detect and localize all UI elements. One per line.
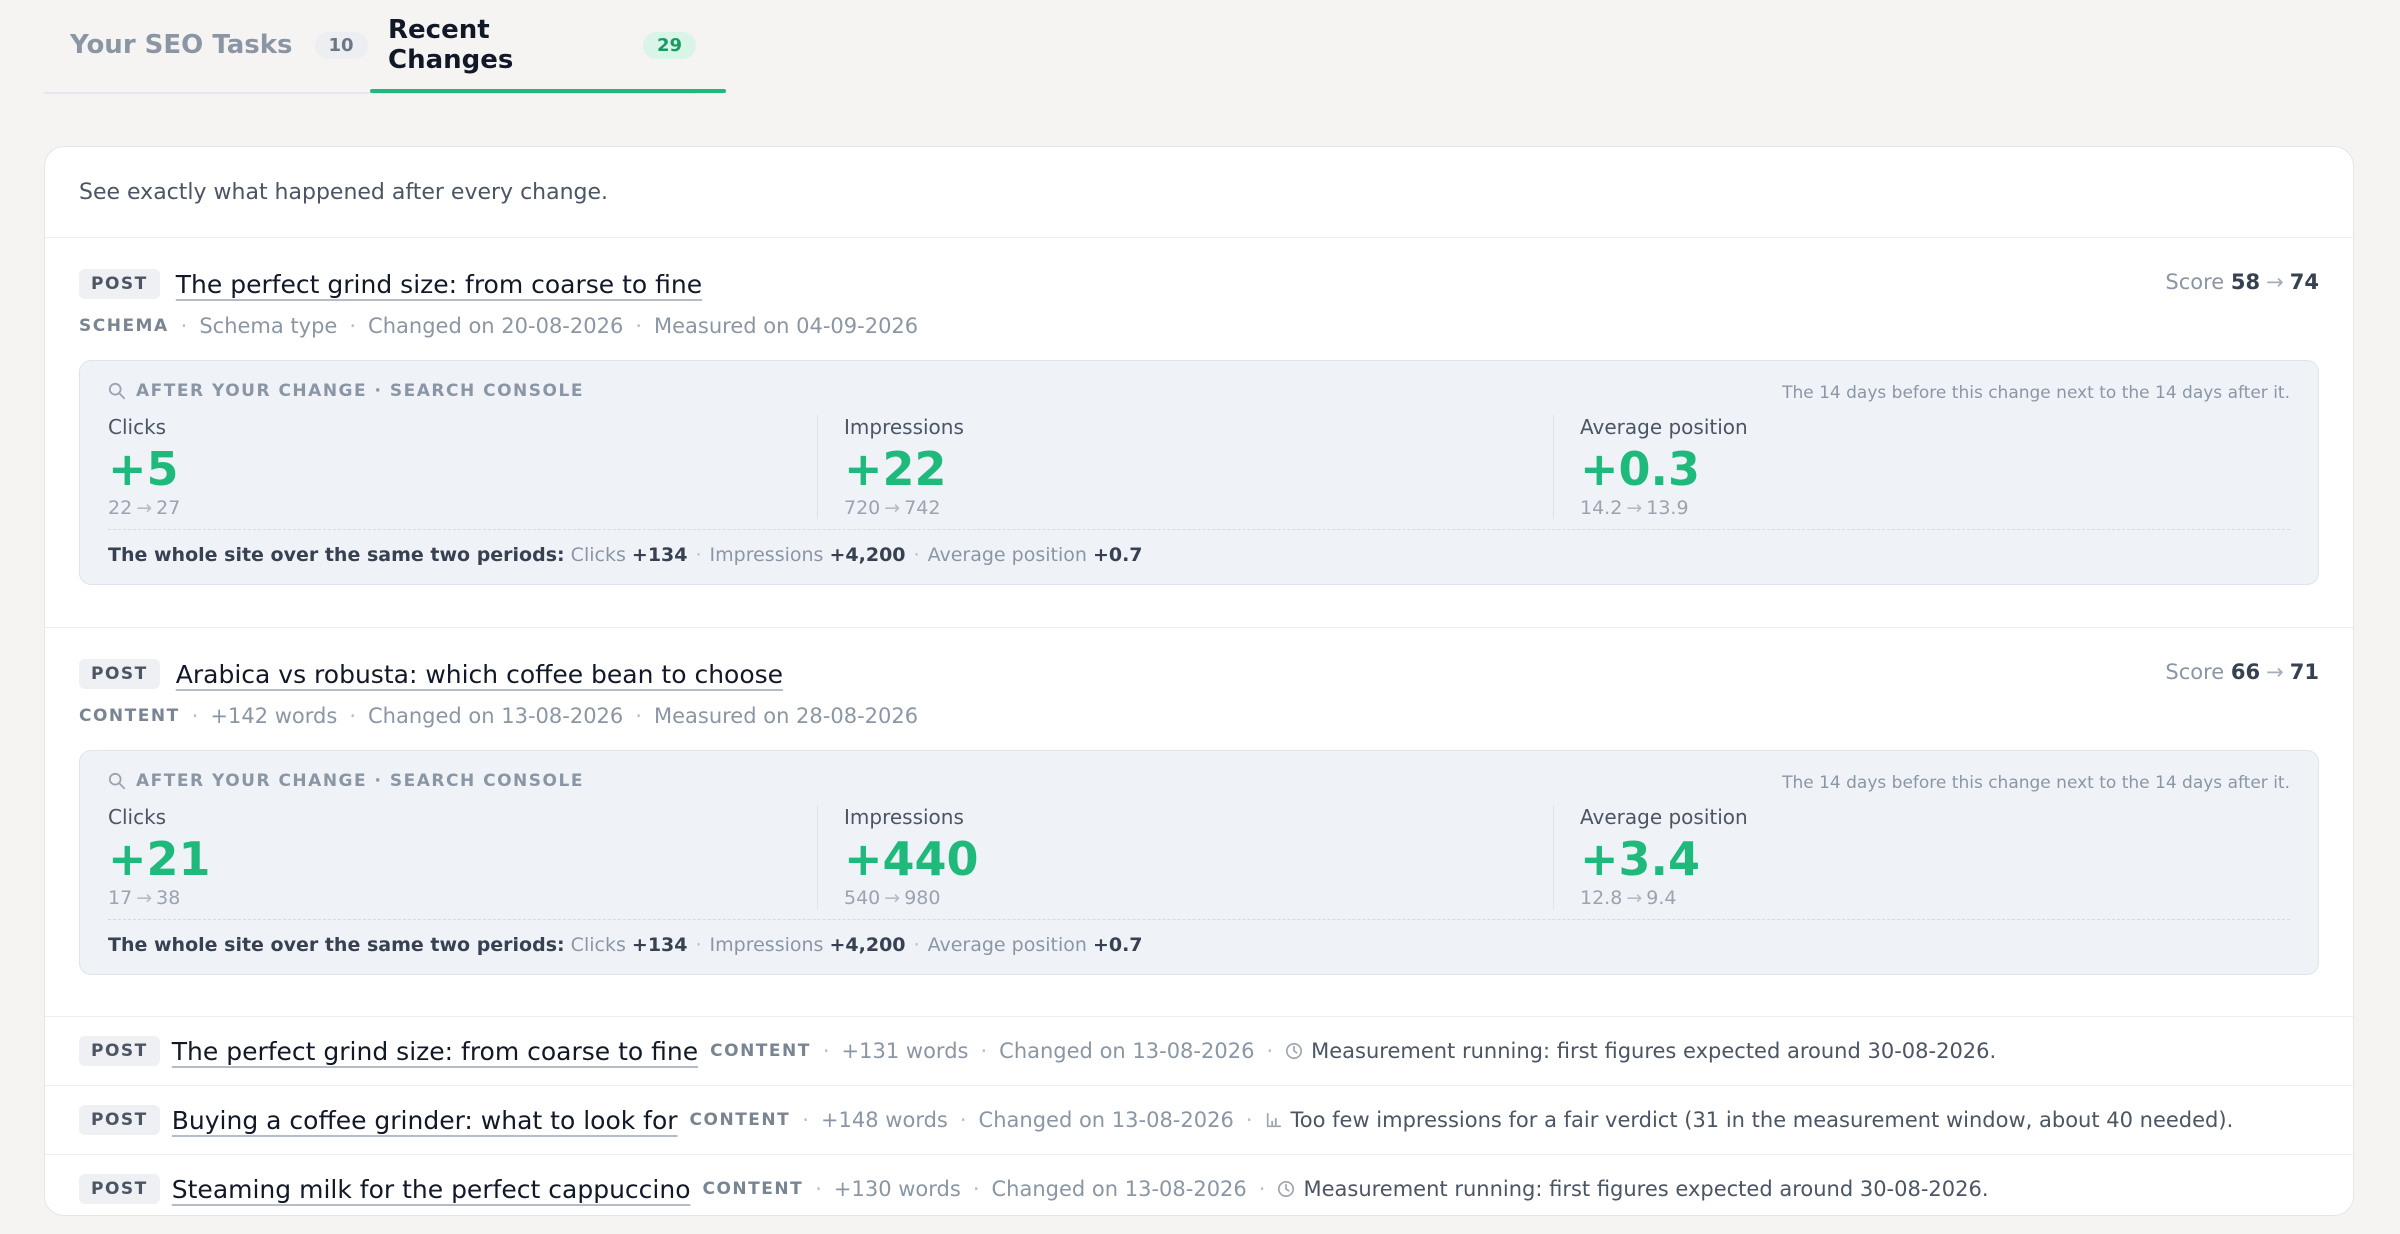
- tab-your-seo-tasks[interactable]: Your SEO Tasks 10: [70, 0, 368, 90]
- metric-value: +5: [108, 442, 179, 496]
- measured-date: Measured on 28-08-2026: [653, 704, 919, 728]
- measurement-status: Measurement running: first figures expec…: [1311, 1039, 1997, 1063]
- change-type: CONTENT: [689, 1110, 791, 1130]
- change-detail: +142 words: [210, 704, 338, 728]
- clock-icon: [1277, 1180, 1295, 1198]
- score-from: 58: [2230, 270, 2261, 294]
- post-title-link[interactable]: The perfect grind size: from coarse to f…: [172, 1037, 698, 1066]
- site-comparison: The whole site over the same two periods…: [108, 544, 1143, 566]
- post-title-link[interactable]: Arabica vs robusta: which coffee bean to…: [176, 660, 783, 689]
- tab-label: Recent Changes: [388, 15, 514, 75]
- changed-date: Changed on 13-08-2026: [368, 704, 624, 728]
- metric-average-position: Average position +3.4 12.8 → 9.4: [1553, 805, 2290, 909]
- arrow-icon: →: [136, 887, 153, 909]
- changed-date: Changed on 20-08-2026: [368, 314, 624, 338]
- score-to: 74: [2289, 270, 2319, 294]
- post-tag: POST: [79, 269, 160, 299]
- post-tag: POST: [79, 1036, 160, 1066]
- score-from: 66: [2230, 660, 2261, 684]
- change-row-compact: POST The perfect grind size: from coarse…: [45, 1017, 2353, 1086]
- change-entry: POST The perfect grind size: from coarse…: [45, 238, 2353, 628]
- metric-value: +22: [844, 442, 947, 496]
- measurement-status: Too few impressions for a fair verdict (…: [1290, 1108, 2234, 1132]
- arrow-icon: →: [2266, 270, 2284, 294]
- metric-value: +440: [844, 832, 979, 886]
- change-detail: +148 words: [820, 1108, 948, 1132]
- post-title-link[interactable]: The perfect grind size: from coarse to f…: [176, 270, 702, 299]
- arrow-icon: →: [136, 497, 153, 519]
- metrics-row: Clicks +5 22 → 27 Impressions +22 720 → 742 …: [108, 415, 2290, 530]
- arrow-icon: →: [2266, 660, 2284, 684]
- recent-changes-card: See exactly what happened after every ch…: [44, 146, 2354, 1216]
- change-type: CONTENT: [79, 706, 180, 726]
- search-console-panel: AFTER YOUR CHANGE · SEARCH CONSOLE The 1…: [79, 750, 2319, 975]
- change-row-compact: POST Buying a coffee grinder: what to lo…: [45, 1086, 2353, 1155]
- metric-average-position: Average position +0.3 14.2 → 13.9: [1553, 415, 2290, 519]
- tab-count-badge: 10: [314, 31, 368, 59]
- change-detail: Schema type: [199, 314, 338, 338]
- arrow-icon: →: [884, 887, 901, 909]
- change-entry: POST Arabica vs robusta: which coffee be…: [45, 628, 2353, 1017]
- change-meta: CONTENT · +142 words · Changed on 13-08-…: [79, 704, 919, 728]
- intro-text: See exactly what happened after every ch…: [45, 147, 2353, 238]
- score-change: Score 58 → 74: [2165, 270, 2319, 294]
- changed-date: Changed on 13-08-2026: [991, 1177, 1247, 1201]
- change-meta: SCHEMA · Schema type · Changed on 20-08-…: [79, 314, 919, 338]
- metric-impressions: Impressions +440 540 → 980: [817, 805, 1553, 909]
- metric-value: +3.4: [1580, 832, 1701, 886]
- panel-note: The 14 days before this change next to t…: [1782, 773, 2290, 793]
- post-title-link[interactable]: Buying a coffee grinder: what to look fo…: [172, 1106, 678, 1135]
- changed-date: Changed on 13-08-2026: [999, 1039, 1255, 1063]
- arrow-icon: →: [884, 497, 901, 519]
- change-detail: +130 words: [833, 1177, 961, 1201]
- metrics-row: Clicks +21 17 → 38 Impressions +440 540 → 98…: [108, 805, 2290, 920]
- arrow-icon: →: [1626, 887, 1643, 909]
- panel-heading: AFTER YOUR CHANGE · SEARCH CONSOLE: [136, 381, 584, 401]
- clock-icon: [1285, 1042, 1303, 1060]
- search-icon: [108, 772, 126, 790]
- metric-value: +21: [108, 832, 211, 886]
- tab-label: Your SEO Tasks: [70, 30, 293, 60]
- post-tag: POST: [79, 659, 160, 689]
- panel-note: The 14 days before this change next to t…: [1782, 383, 2290, 403]
- change-type: SCHEMA: [79, 316, 169, 336]
- measurement-status: Measurement running: first figures expec…: [1303, 1177, 1989, 1201]
- panel-heading: AFTER YOUR CHANGE · SEARCH CONSOLE: [136, 771, 584, 791]
- post-tag: POST: [79, 1105, 160, 1135]
- change-type: CONTENT: [710, 1041, 811, 1061]
- search-console-panel: AFTER YOUR CHANGE · SEARCH CONSOLE The 1…: [79, 360, 2319, 585]
- change-row-compact: POST Steaming milk for the perfect cappu…: [45, 1155, 2353, 1215]
- arrow-icon: →: [1626, 497, 1643, 519]
- score-to: 71: [2289, 660, 2319, 684]
- changed-date: Changed on 13-08-2026: [978, 1108, 1234, 1132]
- metric-clicks: Clicks +5 22 → 27: [108, 415, 817, 519]
- metric-impressions: Impressions +22 720 → 742: [817, 415, 1553, 519]
- measured-date: Measured on 04-09-2026: [654, 314, 919, 338]
- change-detail: +131 words: [841, 1039, 969, 1063]
- change-type: CONTENT: [702, 1179, 804, 1199]
- tab-count-badge: 29: [642, 31, 696, 59]
- post-tag: POST: [79, 1174, 160, 1204]
- metric-value: +0.3: [1580, 442, 1701, 496]
- search-icon: [108, 382, 126, 400]
- bar-chart-icon: [1265, 1111, 1283, 1129]
- post-title-link[interactable]: Steaming milk for the perfect cappuccino: [172, 1175, 691, 1204]
- site-comparison: The whole site over the same two periods…: [108, 934, 1143, 956]
- metric-clicks: Clicks +21 17 → 38: [108, 805, 817, 909]
- tab-bar: Your SEO Tasks 10 Recent Changes 29: [44, 0, 726, 94]
- tab-recent-changes[interactable]: Recent Changes 29: [370, 0, 726, 93]
- score-change: Score 66 → 71: [2165, 660, 2319, 684]
